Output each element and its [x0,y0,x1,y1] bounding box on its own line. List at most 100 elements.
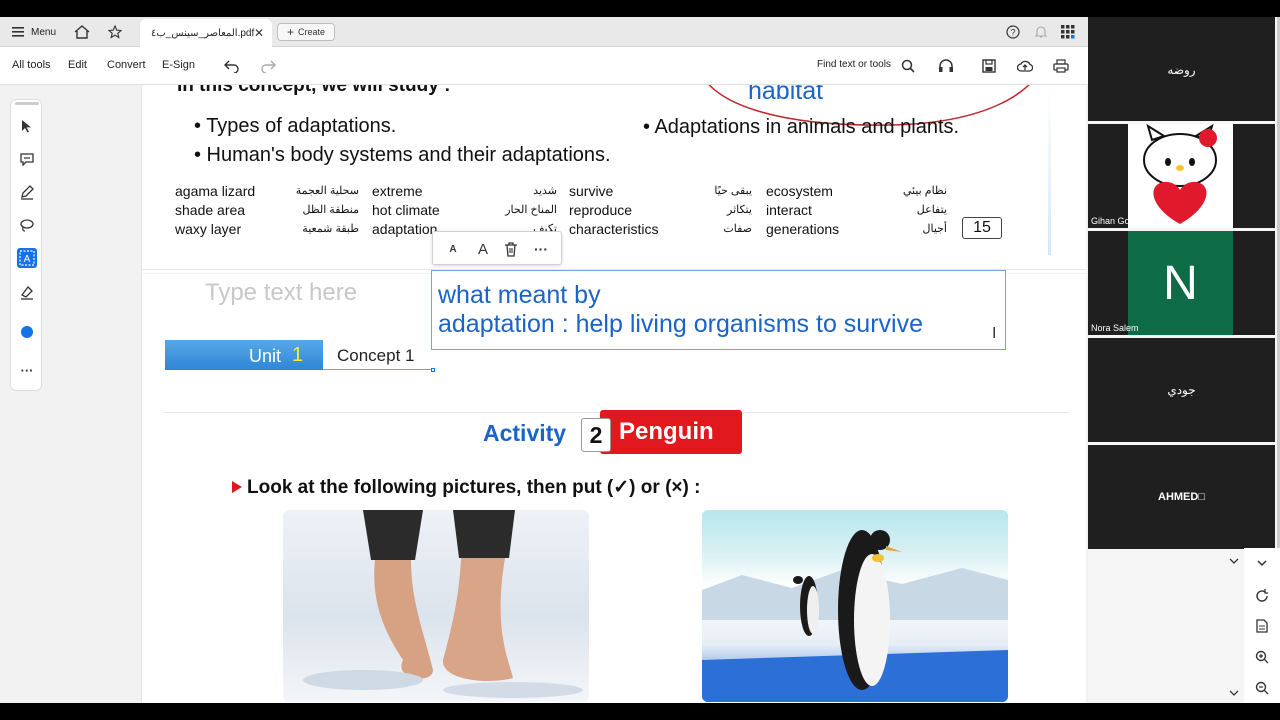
bullet-types-of-adaptations: • Types of adaptations. [194,115,397,137]
main-toolbar: All tools Edit Convert E-Sign Find text … [0,47,1088,85]
color-picker-icon[interactable] [17,322,37,342]
svg-text:?: ? [1010,28,1015,38]
annotation-text-box[interactable]: what meant by adaptation : help living o… [431,270,1006,350]
vocab-en: reproduce [569,202,633,218]
concept-label: Concept 1 [337,346,415,365]
tab-document[interactable]: المعاصر_سينس_ب٤.pdf ✕ [140,19,272,47]
participant-initial-avatar: N [1128,231,1233,335]
create-button[interactable]: + Create [277,23,335,41]
help-button[interactable]: ? [1006,17,1020,47]
undo-icon[interactable] [224,59,240,73]
select-tool-icon[interactable] [17,116,37,136]
increase-font-size-button[interactable]: A [473,239,493,259]
more-options-icon[interactable]: ··· [531,239,551,259]
unit-label: Unit [249,346,282,366]
unit-number: 1 [292,344,304,366]
emperor-penguin-image [702,510,1008,702]
home-button[interactable] [74,17,90,47]
headphones-icon[interactable] [938,59,954,73]
hamburger-icon [12,27,24,37]
close-tab-icon[interactable]: ✕ [254,26,264,40]
vocab-ar: المناخ الحار [505,204,557,216]
participant-name: روضه [1167,63,1196,77]
vocab-en: interact [766,202,812,218]
draw-fill-icon[interactable] [17,282,37,302]
esign-button[interactable]: E-Sign [162,59,195,71]
zoom-out-icon[interactable] [1252,678,1272,698]
add-text-tool-icon[interactable]: A [17,248,37,268]
text-placeholder[interactable]: Type text here [205,279,357,307]
trash-icon [505,241,517,257]
participant-tile[interactable]: روضه [1088,17,1275,121]
print-icon[interactable] [1053,59,1069,73]
resize-handle[interactable] [431,368,435,372]
side-controls [1244,548,1280,703]
svg-text:A: A [24,254,31,265]
chevron-down-icon[interactable] [1252,553,1272,573]
vocab-ar: نظام بيئي [902,185,947,197]
page-edge-shade [1048,85,1051,255]
vocab-en: adaptation [372,221,438,237]
vocab-en: waxy layer [175,221,242,237]
zoom-in-icon[interactable] [1252,647,1272,667]
menu-button[interactable]: Menu [12,17,56,47]
apps-button[interactable] [1061,17,1075,47]
vocab-ar: يتكاثر [727,204,752,216]
activity-number: 2 [581,418,611,452]
participant-name: جودي [1167,383,1196,397]
circled-word: habitat [748,85,824,105]
highlight-pen-icon[interactable] [17,182,37,202]
apps-grid-icon [1061,25,1075,39]
help-icon: ? [1006,25,1020,39]
quick-tools-panel: A ··· [10,99,42,391]
participant-tile[interactable]: N Nora Salem [1088,231,1275,335]
participant-tile[interactable]: جودي [1088,338,1275,442]
hello-kitty-avatar [1128,124,1233,228]
create-label: Create [298,27,326,37]
vocab-en: extreme [372,183,423,199]
page-info-icon[interactable] [1252,616,1272,636]
vocab-en: generations [766,221,840,237]
notifications-button[interactable] [1034,17,1048,47]
decrease-font-size-button[interactable]: A [443,239,463,259]
edit-button[interactable]: Edit [68,59,87,71]
home-icon [74,25,90,39]
participant-tile[interactable]: AHMED□ [1088,445,1275,549]
refresh-icon[interactable] [1252,586,1272,606]
vocab-ar: صفات [723,223,752,235]
lasso-tool-icon[interactable] [17,215,37,235]
comment-tool-icon[interactable] [17,149,37,169]
vocab-en: hot climate [372,202,440,218]
vocab-ar: أجيال [922,223,947,235]
scroll-bottom-icon[interactable] [1229,690,1239,697]
redo-icon[interactable] [260,59,276,73]
cloud-upload-icon[interactable] [1017,59,1033,73]
plus-icon: + [286,25,294,39]
scroll-down-icon[interactable] [1229,558,1239,565]
convert-button[interactable]: Convert [107,59,146,71]
instruction-arrow-icon [232,481,242,493]
vocab-ar: طبقة شمعية [302,223,359,235]
more-tools-icon[interactable]: ··· [17,360,37,380]
textbox-line-1: what meant by [438,281,601,309]
acrobat-window: Menu المعاصر_سينس_ب٤.pdf ✕ + Create ? Al… [0,17,1088,703]
bullet-adaptations-animals-plants: • Adaptations in animals and plants. [643,116,960,138]
vocab-en: survive [569,183,614,199]
doc-scrollbar[interactable] [1229,548,1239,703]
find-text-input[interactable]: Find text or tools [817,59,891,70]
vocab-ar: منطقة الظل [302,204,359,216]
save-icon[interactable] [982,59,996,73]
activity-title: Penguin [600,410,742,454]
vocab-en: ecosystem [766,183,833,199]
participant-label: Nora Salem [1091,323,1139,333]
participant-label: Gihan Gomaa [1091,216,1148,226]
vocab-en: agama lizard [175,183,256,199]
all-tools-button[interactable]: All tools [12,59,51,71]
panel-grip[interactable] [15,102,39,105]
search-icon[interactable] [901,59,915,73]
participant-tile[interactable]: Gihan Gomaa [1088,124,1275,228]
vocab-ar: يتفاعل [916,204,947,216]
feet-on-snow-image [283,510,589,702]
star-button[interactable] [108,17,122,47]
delete-button[interactable] [501,239,521,259]
